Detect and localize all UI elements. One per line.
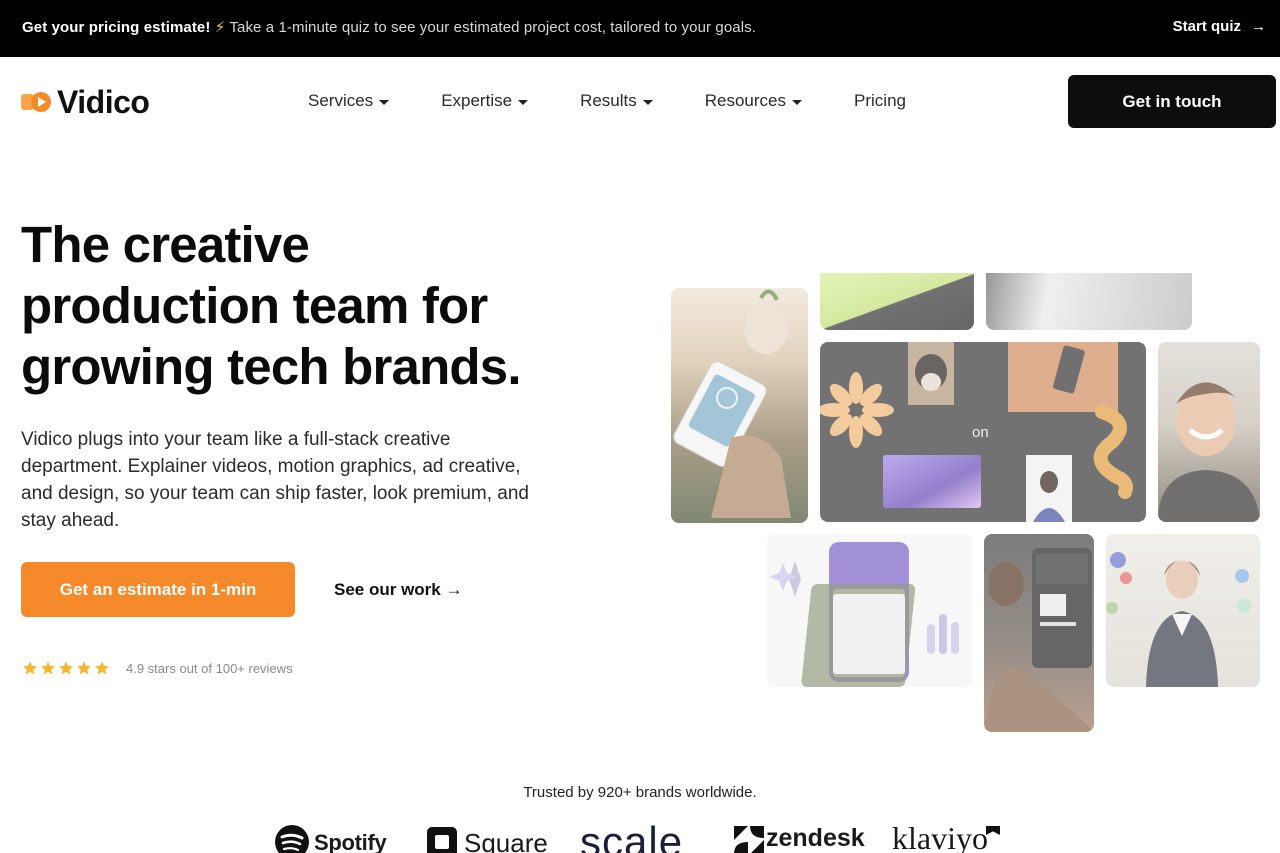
collage-tile-phone-closeup <box>984 534 1094 732</box>
nav-item-resources[interactable]: Resources <box>704 91 803 111</box>
woman-office-illustration <box>1106 552 1251 687</box>
spotify-icon <box>275 825 309 853</box>
hero-copy-line: stay ahead. <box>21 510 120 531</box>
announcement-text: Take a 1-minute quiz to see your estimat… <box>229 19 757 36</box>
get-estimate-button[interactable]: Get an estimate in 1-min <box>21 562 295 617</box>
hero-title: The creative production team for growing… <box>21 214 621 397</box>
announcement-bar: Get your pricing estimate! ⚡ Take a 1-mi… <box>0 0 1280 57</box>
caret-down-icon <box>642 99 653 105</box>
star-icon <box>95 661 109 675</box>
collage-tile-app-ui <box>767 534 972 687</box>
scale-logo: scale <box>580 822 683 853</box>
start-quiz-label: Start quiz <box>1172 18 1241 35</box>
nav-item-expertise[interactable]: Expertise <box>441 91 529 111</box>
vidico-logo[interactable]: Vidico <box>21 84 150 120</box>
hero-copy-line: and design, so your team can ship faster… <box>21 483 529 504</box>
client-logos: Spotify Square scale zendesk klaviyo <box>270 822 1030 853</box>
hero-description: Vidico plugs into your team like a full-… <box>21 426 581 534</box>
scale-wordmark: scale <box>580 822 684 853</box>
collage-tile-phone-hand <box>671 288 808 523</box>
square-wordmark: Square <box>464 828 548 853</box>
app-ui-illustration <box>769 542 959 687</box>
spotify-wordmark: Spotify <box>314 830 387 853</box>
nav-label: Services <box>308 91 374 110</box>
hero-title-line: production team for <box>21 277 488 334</box>
caret-down-icon <box>792 99 803 105</box>
nav-item-pricing[interactable]: Pricing <box>854 91 906 111</box>
hero-copy-line: Vidico plugs into your team like a full-… <box>21 429 451 450</box>
hero-copy-line: department. Explainer videos, motion gra… <box>21 456 521 477</box>
nav-label: Pricing <box>854 91 906 110</box>
star-icon <box>77 661 91 675</box>
square-icon <box>427 827 457 853</box>
see-our-work-link[interactable]: See our work → <box>334 580 462 600</box>
star-icon <box>22 661 37 675</box>
klaviyo-wordmark: klaviyo <box>892 822 988 853</box>
rating-summary: 4.9 stars out of 100+ reviews <box>22 660 293 676</box>
man-portrait <box>1158 382 1260 522</box>
caret-down-icon <box>518 99 529 105</box>
rating-text: 4.9 stars out of 100+ reviews <box>126 660 293 676</box>
hero-title-line: The creative <box>21 216 310 273</box>
square-logo: Square <box>426 826 548 853</box>
nav-item-results[interactable]: Results <box>580 91 653 111</box>
start-quiz-link[interactable]: Start quiz → <box>1173 18 1266 35</box>
nav-label: Expertise <box>441 91 513 110</box>
phone-illustration <box>673 289 791 518</box>
star-icon <box>59 661 73 675</box>
get-in-touch-button[interactable]: Get in touch <box>1068 75 1276 128</box>
star-icon <box>41 661 55 675</box>
nav-label: Resources <box>704 91 787 110</box>
bolt-icon: ⚡ <box>214 19 226 36</box>
logo-wordmark: Vidico <box>57 84 150 120</box>
announcement-message: Get your pricing estimate! ⚡ Take a 1-mi… <box>22 18 756 36</box>
zendesk-icon <box>734 826 764 853</box>
star-rating <box>22 660 110 676</box>
klaviyo-flag-icon <box>985 826 1000 835</box>
collage-tile-smiling-man <box>1158 342 1260 522</box>
collage-tile-green-card <box>820 273 974 330</box>
collage-tile-woman-office <box>1106 534 1260 687</box>
hero-title-line: growing tech brands. <box>21 338 522 395</box>
zendesk-wordmark: zendesk <box>766 824 865 852</box>
spotify-logo: Spotify <box>274 824 387 853</box>
main-nav: Services Expertise Results Resources Pri… <box>308 91 906 111</box>
announcement-lead: Get your pricing estimate! <box>22 19 211 36</box>
zendesk-logo: zendesk <box>734 824 865 853</box>
phone-closeup-illustration <box>984 548 1094 732</box>
nav-item-services[interactable]: Services <box>308 91 390 111</box>
caret-down-icon <box>379 99 390 105</box>
collage-tile-dark-board: on <box>820 342 1146 522</box>
trusted-by-label: Trusted by 920+ brands worldwide. <box>523 784 757 801</box>
arrow-right-icon: → <box>1251 18 1266 35</box>
logo-mark-icon <box>21 92 51 112</box>
collage-center-label: on <box>972 424 989 441</box>
klaviyo-logo: klaviyo <box>892 822 1000 853</box>
collage-tile-portrait-smile <box>986 273 1192 330</box>
nav-label: Results <box>580 91 637 110</box>
